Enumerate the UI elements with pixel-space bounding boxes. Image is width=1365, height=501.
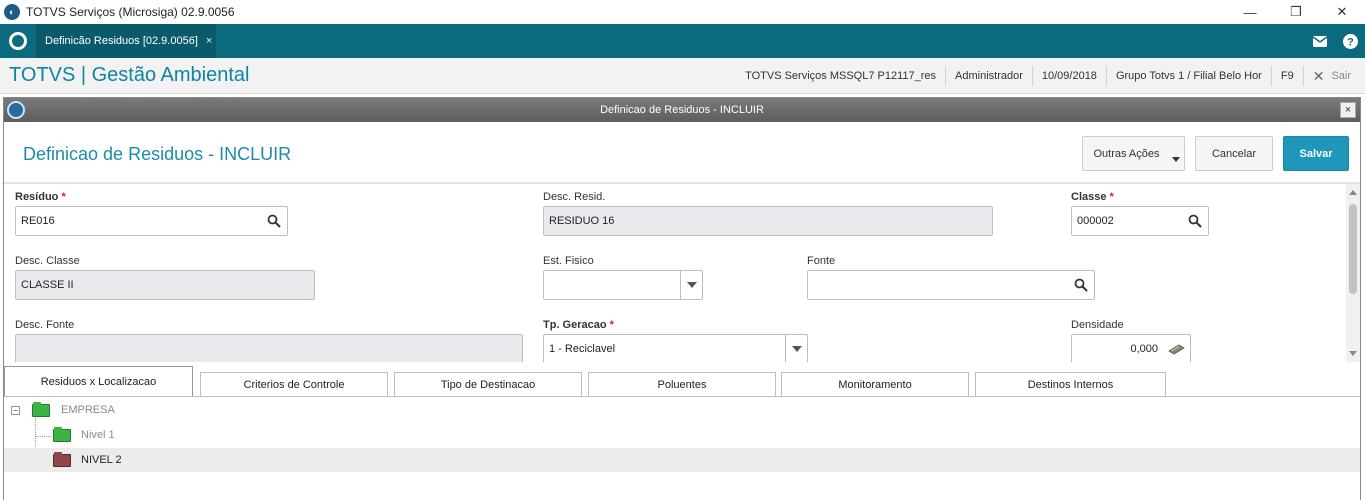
tree-label: NIVEL 2 [81,454,122,466]
totvs-app-icon: ◐ [4,4,20,20]
classe-label-text: Classe [1071,191,1107,203]
form-header: Definicao de Residuos - INCLUIR Outras A… [4,122,1360,184]
residuo-input[interactable]: RE016 [15,206,288,236]
scroll-down-icon[interactable] [1349,351,1357,356]
residuo-label-text: Resíduo [15,191,59,203]
dialog-titlebar: Definicao de Residuos - INCLUIR × [4,98,1360,122]
est-fisico-label: Est. Fisico [543,255,594,267]
tree-label: EMPRESA [61,404,115,416]
app-tab-bar: Definicão Residuos [02.9.0056] × ? [0,24,1365,58]
tab-poluentes[interactable]: Poluentes [588,372,776,396]
tab-destinos-internos[interactable]: Destinos Internos [975,372,1166,396]
tree-node-nivel-1[interactable]: Nivel 1 [4,423,1360,447]
search-icon[interactable] [1188,214,1202,228]
dialog-close-button[interactable]: × [1340,102,1356,118]
residuo-value: RE016 [21,215,55,227]
tab-close-icon[interactable]: × [206,35,212,47]
tp-geracao-value: 1 - Reciclavel [549,343,616,355]
svg-text:?: ? [1347,36,1354,48]
est-fisico-select[interactable] [543,270,703,300]
desc-fonte-label: Desc. Fonte [15,319,75,331]
tab-residuos-localizacao[interactable]: Residuos x Localizacao [4,366,193,397]
desc-fonte-field [15,334,523,362]
form-fields: Resíduo * RE016 Desc. Resid. RESIDUO 16 … [4,184,1360,362]
desc-classe-field: CLASSE II [15,270,315,300]
tp-geracao-select[interactable]: 1 - Reciclavel [543,334,808,362]
search-icon[interactable] [267,214,281,228]
user-info: Administrador [945,66,1032,86]
detail-tabs: Residuos x Localizacao Criterios de Cont… [4,366,1360,397]
environment-info: TOTVS Serviços MSSQL7 P12117_res [745,70,937,82]
tab-monitoramento[interactable]: Monitoramento [781,372,969,396]
minimize-button[interactable]: — [1227,0,1273,24]
fonte-input[interactable] [807,270,1095,300]
collapse-toggle-icon[interactable]: − [11,405,20,415]
close-icon: ✕ [1312,67,1325,84]
tree-label: Nivel 1 [81,429,115,441]
dialog-app-icon [7,101,25,119]
tab-criterios-controle[interactable]: Criterios de Controle [200,372,388,396]
required-marker: * [609,319,614,331]
window-titlebar: ◐ TOTVS Serviços (Microsiga) 02.9.0056 —… [0,0,1365,24]
densidade-value: 0,000 [1130,343,1158,355]
tab-tipo-destinacao[interactable]: Tipo de Destinacao [394,372,582,396]
date-info: 10/09/2018 [1031,66,1106,86]
fonte-label: Fonte [807,255,836,267]
form-scrollbar[interactable] [1346,184,1360,362]
tab-definicao-residuos[interactable]: Definicão Residuos [02.9.0056] × [36,24,216,58]
desc-resid-field: RESIDUO 16 [543,206,993,236]
form-title: Definicao de Residuos - INCLUIR [23,144,292,164]
desc-classe-label: Desc. Classe [15,255,80,267]
search-icon[interactable] [1074,278,1088,292]
desc-classe-value: CLASSE II [21,279,74,291]
dialog-window: Definicao de Residuos - INCLUIR × Defini… [3,97,1361,501]
scroll-thumb[interactable] [1349,204,1357,294]
save-button[interactable]: Salvar [1283,136,1349,171]
brand-title: TOTVS | Gestão Ambiental [9,64,250,86]
densidade-input[interactable]: 0,000 [1071,334,1191,362]
tp-geracao-label-text: Tp. Geracao [543,319,607,331]
exit-label: Sair [1331,70,1351,82]
mail-icon[interactable] [1305,24,1335,58]
calculator-icon[interactable] [1167,343,1185,355]
more-actions-button[interactable]: Outras Ações [1082,136,1185,171]
branch-info[interactable]: Grupo Totvs 1 / Filial Belo Hor [1105,66,1271,86]
window-title: TOTVS Serviços (Microsiga) 02.9.0056 [26,5,235,19]
app-header: TOTVS | Gestão Ambiental TOTVS Serviços … [0,58,1365,94]
maximize-button[interactable]: ❐ [1273,0,1319,24]
chevron-down-icon[interactable] [680,271,702,299]
shortcut-f9[interactable]: F9 [1270,66,1303,86]
desc-resid-label: Desc. Resid. [543,191,606,203]
help-icon[interactable]: ? [1335,24,1365,58]
exit-button[interactable]: ✕ Sair [1302,66,1365,86]
chevron-down-icon [1172,157,1180,162]
desc-resid-value: RESIDUO 16 [549,215,615,227]
totvs-logo-icon[interactable] [9,32,27,50]
tp-geracao-label: Tp. Geracao * [543,319,614,331]
required-marker: * [1109,191,1114,203]
classe-value: 000002 [1077,215,1114,227]
required-marker: * [61,191,66,203]
close-window-button[interactable]: ✕ [1319,0,1365,24]
classe-input[interactable]: 000002 [1071,206,1209,236]
cancel-button[interactable]: Cancelar [1195,136,1273,171]
scroll-up-icon[interactable] [1349,190,1357,195]
more-actions-label: Outras Ações [1093,147,1160,160]
tree-node-empresa[interactable]: − EMPRESA [4,398,1360,422]
chevron-down-icon[interactable] [785,335,807,362]
dialog-title: Definicao de Residuos - INCLUIR [600,104,764,116]
folder-icon [53,426,71,442]
densidade-label: Densidade [1071,319,1124,331]
folder-icon [53,451,71,467]
tree-node-nivel-2[interactable]: NIVEL 2 [4,448,1360,472]
localizacao-tree: − EMPRESA Nivel 1 NIVEL 2 [4,397,1360,501]
folder-open-icon [32,401,50,417]
residuo-label: Resíduo * [15,191,66,203]
tab-label: Definicão Residuos [02.9.0056] [45,35,198,47]
classe-label: Classe * [1071,191,1114,203]
